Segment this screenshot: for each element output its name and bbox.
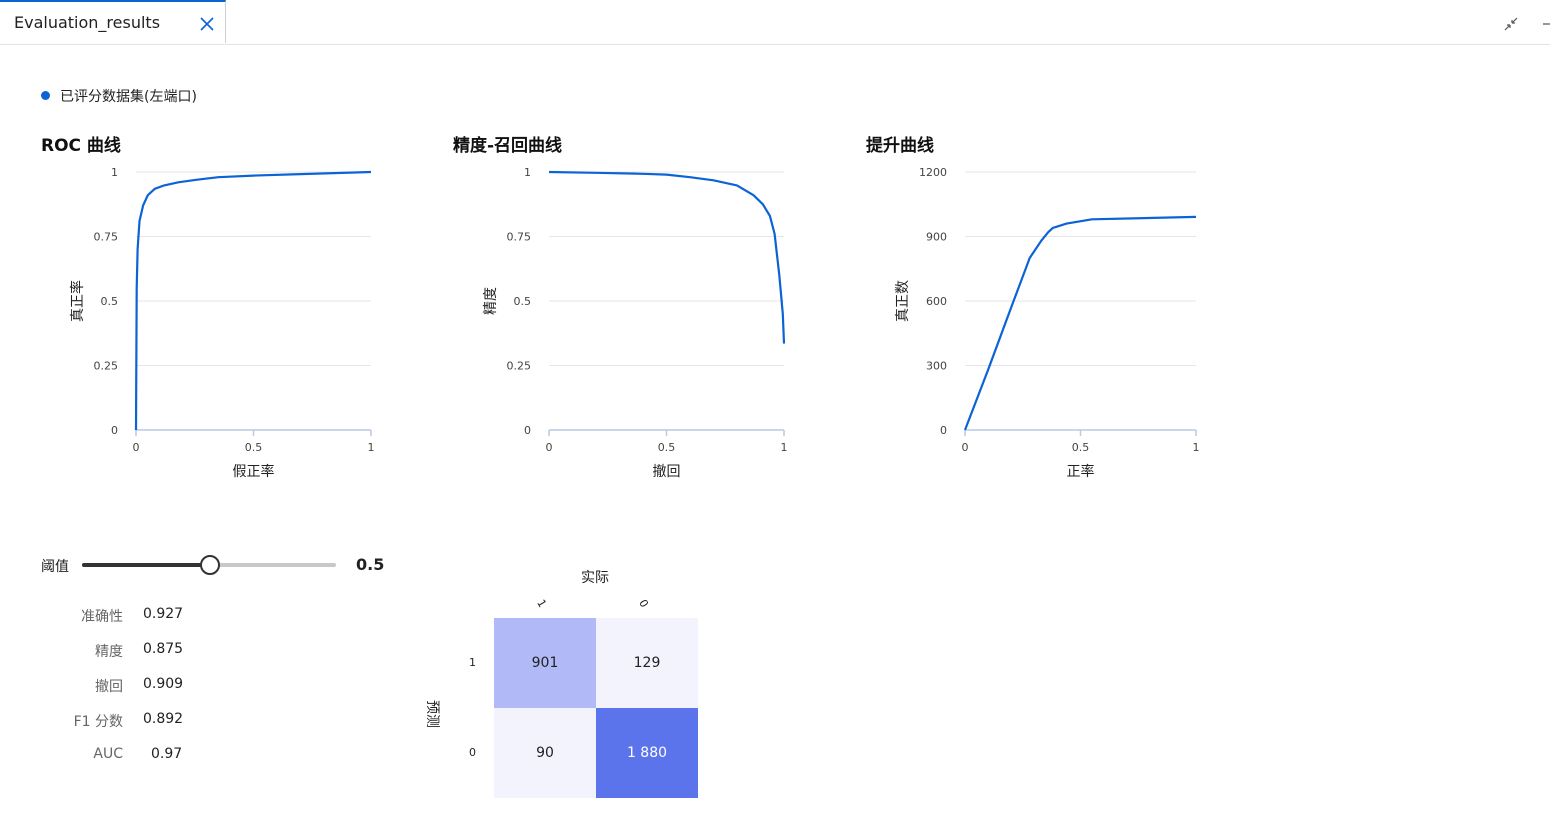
lift-y-axis-label: 真正数 bbox=[895, 280, 911, 322]
metric-value: 0.927 bbox=[143, 606, 184, 622]
lift-y-tick-label: 900 bbox=[926, 231, 947, 244]
row-label-1: 1 bbox=[469, 656, 476, 669]
metric-row: AUC 0.97 bbox=[0, 746, 182, 766]
confusion-cell-fp[interactable]: 129 bbox=[596, 618, 698, 708]
metric-value: 0.875 bbox=[143, 641, 184, 657]
slider-thumb[interactable] bbox=[200, 555, 220, 575]
lift-y-tick-label: 600 bbox=[926, 295, 947, 308]
metric-value: 0.909 bbox=[143, 676, 184, 692]
metric-name: 精度 bbox=[95, 644, 123, 660]
slider-fill bbox=[82, 563, 209, 567]
lift-x-tick-label: 0 bbox=[962, 441, 969, 454]
lift-y-tick-label: 300 bbox=[926, 360, 947, 373]
metric-row: 撤回 0.909 bbox=[0, 676, 183, 696]
predicted-axis-label: 预测 bbox=[424, 700, 440, 728]
metric-row: 精度 0.875 bbox=[0, 641, 183, 661]
metric-value: 0.892 bbox=[143, 711, 184, 727]
metric-row: F1 分数 0.892 bbox=[0, 711, 184, 731]
metric-name: 准确性 bbox=[81, 609, 123, 625]
minimize-icon[interactable] bbox=[1540, 16, 1550, 32]
metric-name: F1 分数 bbox=[73, 714, 123, 730]
collapse-icon[interactable] bbox=[1503, 16, 1519, 32]
row-label-0: 0 bbox=[469, 746, 476, 759]
lift-y-tick-label: 0 bbox=[940, 424, 947, 437]
metric-value: 0.97 bbox=[151, 746, 183, 762]
col-label-1: 1 bbox=[534, 597, 549, 610]
metric-name: 撤回 bbox=[95, 679, 123, 695]
lift-y-tick-label: 1200 bbox=[919, 166, 947, 179]
threshold-value: 0.5 bbox=[356, 555, 385, 574]
confusion-cell-fn[interactable]: 90 bbox=[494, 708, 596, 798]
lift-x-tick-label: 1 bbox=[1193, 441, 1200, 454]
confusion-cell-tp[interactable]: 901 bbox=[494, 618, 596, 708]
threshold-slider[interactable] bbox=[82, 555, 336, 575]
lift-chart: 0 300 600 900 1200 0 0.5 1 正率 真正数 bbox=[895, 166, 1200, 480]
metric-row: 准确性 0.927 bbox=[0, 606, 183, 626]
actual-axis-label: 实际 bbox=[581, 570, 609, 586]
threshold-label: 阈值 bbox=[41, 559, 69, 575]
lift-x-tick-label: 0.5 bbox=[1072, 441, 1090, 454]
lift-series-line bbox=[963, 215, 1197, 431]
col-label-0: 0 bbox=[636, 597, 651, 610]
metric-name: AUC bbox=[93, 746, 123, 762]
confusion-cell-tn[interactable]: 1 880 bbox=[596, 708, 698, 798]
lift-x-axis-label: 正率 bbox=[1067, 463, 1095, 480]
